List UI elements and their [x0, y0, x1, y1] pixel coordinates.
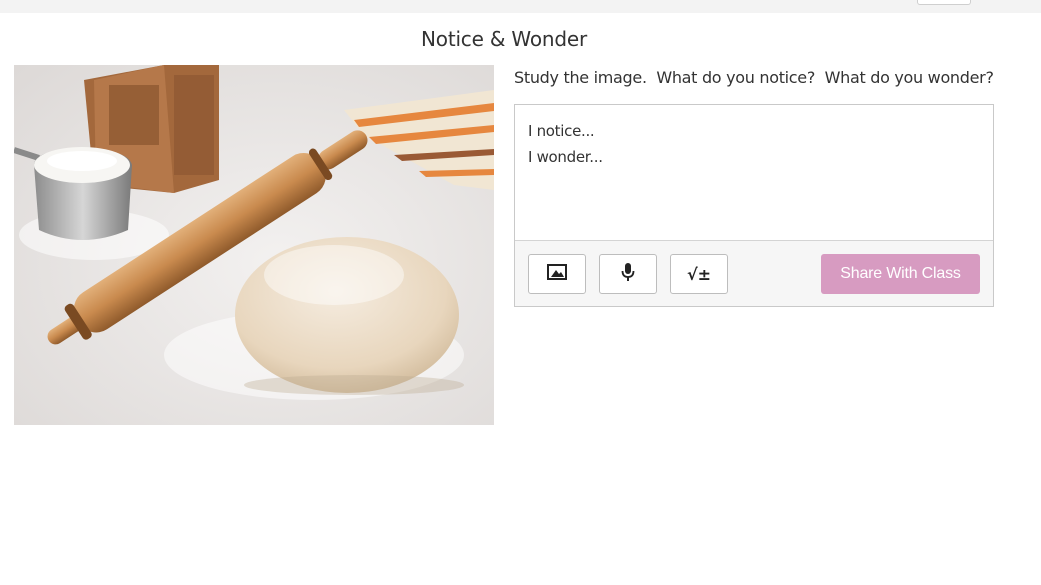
response-line-notice: I notice...: [528, 122, 595, 140]
response-textarea[interactable]: I notice... I wonder...: [515, 105, 993, 240]
top-bar-button[interactable]: [917, 0, 971, 5]
prompt-text: Study the image. What do you notice? Wha…: [514, 68, 994, 87]
record-audio-button[interactable]: [599, 254, 657, 294]
response-line-wonder: I wonder...: [528, 148, 603, 166]
insert-math-button[interactable]: √±: [670, 254, 728, 294]
image-icon: [547, 263, 567, 285]
share-with-class-button[interactable]: Share With Class: [821, 254, 980, 294]
page-title: Notice & Wonder: [421, 27, 587, 51]
response-editor: I notice... I wonder... √± Share With Cl…: [514, 104, 994, 307]
math-equation-icon: √±: [686, 264, 712, 284]
microphone-icon: [621, 262, 635, 287]
insert-image-button[interactable]: [528, 254, 586, 294]
editor-toolbar: √± Share With Class: [515, 240, 993, 306]
prompt-image: [14, 65, 494, 425]
top-bar: [0, 0, 1041, 13]
